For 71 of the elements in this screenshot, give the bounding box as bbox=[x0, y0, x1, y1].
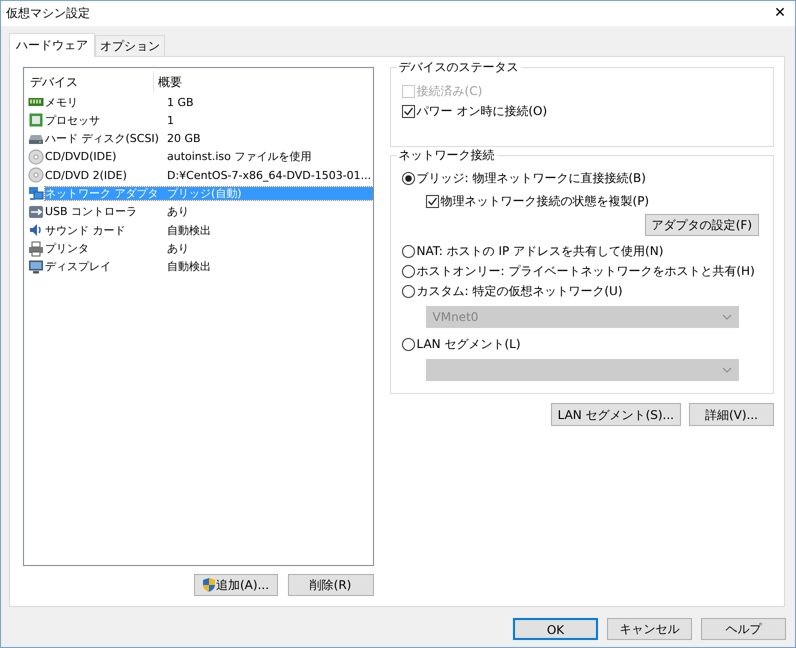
network-icon bbox=[28, 186, 44, 202]
radio-label[interactable]: LAN セグメント(L) bbox=[416, 336, 521, 352]
dropdown: VMnet0 bbox=[426, 306, 739, 328]
help-button[interactable]: ヘルプ bbox=[701, 618, 786, 640]
device-name: ハード ディスク(SCSI) bbox=[45, 132, 160, 146]
list-row[interactable]: プロセッサ 1 bbox=[45, 114, 373, 128]
printer-icon bbox=[28, 240, 44, 257]
radio-button[interactable] bbox=[402, 172, 415, 184]
column-header: 概要 bbox=[157, 74, 183, 90]
device-summary: あり bbox=[166, 242, 190, 256]
radio-label[interactable]: NAT: ホストの IP アドレスを共有して使用(N) bbox=[416, 244, 664, 258]
group-title: ネットワーク接続 bbox=[396, 148, 497, 162]
device-name: プリンタ bbox=[45, 242, 90, 256]
device-name: CD/DVD(IDE) bbox=[45, 150, 118, 164]
chevron-icon bbox=[722, 313, 732, 321]
device-summary: あり bbox=[166, 205, 190, 219]
checkbox[interactable] bbox=[426, 194, 439, 208]
lan-segment-button[interactable]: LAN セグメント(S)... bbox=[550, 403, 681, 426]
usb-icon bbox=[28, 204, 44, 220]
device-summary: 1 GB bbox=[166, 96, 195, 109]
group-title: デバイスのステータス bbox=[396, 60, 521, 74]
tab[interactable]: ハードウェア bbox=[9, 32, 95, 57]
radio-button[interactable] bbox=[402, 264, 415, 278]
device-summary: D:¥CentOS-7-x86_64-DVD-1503-01... bbox=[166, 168, 372, 182]
list-row[interactable]: サウンド カード 自動検出 bbox=[45, 224, 373, 237]
details-button[interactable]: 詳細(V)... bbox=[689, 403, 774, 426]
list-row[interactable]: ハード ディスク(SCSI) 20 GB bbox=[45, 132, 373, 146]
list-row[interactable]: CD/DVD 2(IDE) D:¥CentOS-7-x86_64-DVD-1503-01... bbox=[45, 168, 373, 182]
device-summary: 自動検出 bbox=[166, 224, 212, 237]
device-summary: 自動検出 bbox=[166, 260, 212, 274]
checkbox-label[interactable]: 物理ネットワーク接続の状態を複製(P) bbox=[440, 194, 650, 208]
device-name: メモリ bbox=[45, 96, 79, 109]
delete-button[interactable]: 削除(R) bbox=[288, 574, 374, 596]
device-name: サウンド カード bbox=[45, 224, 126, 237]
cancel-button[interactable]: キャンセル bbox=[607, 618, 692, 640]
device-summary: ブリッジ(自動) bbox=[166, 187, 243, 200]
adapter-settings-button[interactable]: アダプタの設定(F) bbox=[644, 214, 759, 236]
radio-button[interactable] bbox=[402, 284, 415, 298]
close-button[interactable]: ✕ bbox=[765, 5, 795, 22]
monitor-icon bbox=[28, 258, 44, 275]
radio-button[interactable] bbox=[402, 338, 415, 350]
tab[interactable]: オプション bbox=[95, 34, 165, 56]
list-row[interactable]: プリンタ あり bbox=[45, 242, 373, 256]
radio-label[interactable]: ホストオンリー: プライベートネットワークをホストと共有(H) bbox=[416, 264, 755, 278]
disc-icon bbox=[28, 167, 44, 184]
ok-button[interactable]: OK bbox=[513, 618, 598, 640]
radio-button[interactable] bbox=[402, 244, 415, 258]
list-row[interactable]: USB コントローラ あり bbox=[45, 205, 373, 219]
device-name: ネットワーク アダプタ bbox=[45, 187, 160, 200]
radio-label[interactable]: カスタム: 特定の仮想ネットワーク(U) bbox=[416, 284, 623, 298]
window-title: 仮想マシン設定 bbox=[6, 6, 90, 21]
disc-icon bbox=[28, 149, 44, 166]
column-header: デバイス bbox=[28, 71, 154, 93]
list-row[interactable]: メモリ 1 GB bbox=[45, 96, 373, 109]
list-row[interactable]: ディスプレイ 自動検出 bbox=[45, 260, 373, 274]
checkbox-label: 接続済み(C) bbox=[416, 84, 482, 98]
device-list[interactable]: デバイス 概要 メモリ 1 GB プロセッサ 1 ハード ディスク(SCSI) 20 GB CD/DVD(IDE) autoinst.iso ファイルを使用 CD/DVD 2(IDE) D:¥CentOS-7-x86_64-DVD-1503-01... ネットワーク アダプタ ブリッジ(自動) USB コントローラ あり サウンド カード 自動検出 プリンタ あり ディスプレイ 自動検出 bbox=[23, 67, 374, 566]
device-summary: 1 bbox=[166, 114, 175, 128]
device-summary: 20 GB bbox=[166, 132, 202, 146]
chip-icon bbox=[28, 112, 44, 128]
checkbox[interactable] bbox=[402, 104, 415, 118]
checkbox-label[interactable]: パワー オン時に接続(O) bbox=[416, 104, 548, 118]
device-name: USB コントローラ bbox=[45, 205, 138, 219]
device-name: ディスプレイ bbox=[45, 260, 112, 274]
list-row[interactable]: CD/DVD(IDE) autoinst.iso ファイルを使用 bbox=[45, 150, 373, 164]
device-name: CD/DVD 2(IDE) bbox=[45, 168, 128, 182]
chevron-icon bbox=[722, 366, 732, 374]
radio-label[interactable]: ブリッジ: 物理ネットワークに直接接続(B) bbox=[416, 170, 646, 186]
add-button[interactable]: 追加(A)... bbox=[194, 574, 278, 596]
device-summary: autoinst.iso ファイルを使用 bbox=[166, 150, 312, 164]
device-name: プロセッサ bbox=[45, 114, 101, 128]
